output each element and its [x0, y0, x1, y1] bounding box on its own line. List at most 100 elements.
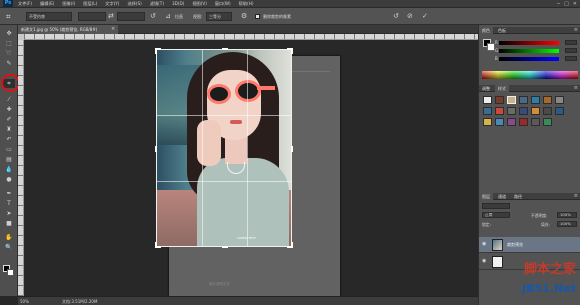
style-swatch[interactable] [495, 118, 504, 126]
marquee-tool-icon[interactable]: ⬚ [3, 39, 15, 48]
style-swatch[interactable] [519, 96, 528, 104]
style-swatch[interactable] [483, 96, 492, 104]
history-brush-tool-icon[interactable]: ↶ [3, 135, 15, 144]
menu-window[interactable]: 窗口(W) [215, 1, 231, 7]
background-color-swatch[interactable] [487, 43, 495, 51]
menu-image[interactable]: 图像(I) [62, 1, 75, 7]
style-swatch[interactable] [543, 96, 552, 104]
style-swatch[interactable] [543, 118, 552, 126]
lasso-tool-icon[interactable]: ➰ [3, 49, 15, 58]
zoom-tool-icon[interactable]: 🔍 [3, 243, 15, 252]
style-swatch[interactable] [507, 96, 516, 104]
green-slider[interactable]: G [495, 48, 559, 53]
crop-handle-top-right[interactable] [287, 48, 293, 54]
straighten-label[interactable]: 拉直 [175, 14, 183, 20]
style-swatch[interactable] [507, 118, 516, 126]
style-swatch[interactable] [531, 107, 540, 115]
style-swatch[interactable] [531, 118, 540, 126]
zoom-level[interactable]: 50% [20, 298, 29, 305]
menu-3d[interactable]: 3D(D) [172, 1, 184, 6]
gear-icon[interactable]: ⚙ [241, 12, 247, 21]
pen-tool-icon[interactable]: ✒ [3, 189, 15, 198]
gradient-tool-icon[interactable]: ▤ [3, 155, 15, 164]
crop-handle-bottom-right[interactable] [287, 242, 293, 248]
style-swatch[interactable] [495, 96, 504, 104]
panel-menu-icon[interactable]: ≡ [574, 85, 578, 92]
style-swatch[interactable] [543, 107, 552, 115]
tab-layers[interactable]: 图层 [479, 193, 493, 200]
close-tab-icon[interactable]: × [111, 25, 115, 34]
document-tab[interactable]: 新建文1.jpg @ 50% (裁剪预览, RGB/8#) [18, 25, 118, 34]
eraser-tool-icon[interactable]: ▭ [3, 145, 15, 154]
crop-handle-bottom-left[interactable] [155, 242, 161, 248]
style-swatch[interactable] [555, 96, 564, 104]
blue-value-input[interactable] [565, 56, 577, 61]
background-color-swatch[interactable] [7, 269, 14, 276]
dodge-tool-icon[interactable]: ● [3, 175, 15, 184]
close-button[interactable]: ✕ [573, 1, 577, 7]
red-value-input[interactable] [565, 40, 577, 45]
crop-handle-top-left[interactable] [155, 48, 161, 54]
tab-adjustments[interactable]: 调整 [479, 85, 493, 92]
quick-select-tool-icon[interactable]: ✎ [3, 59, 15, 68]
fill-input[interactable]: 100% [557, 221, 577, 227]
blend-mode-select[interactable]: 正常 [482, 212, 510, 218]
eye-icon[interactable]: ◉ [482, 241, 486, 247]
style-swatch[interactable] [495, 107, 504, 115]
menu-filter[interactable]: 滤镜(T) [150, 1, 164, 7]
path-select-tool-icon[interactable]: ➤ [3, 209, 15, 218]
crop-handle-right[interactable] [287, 146, 293, 152]
clear-icon[interactable]: ↺ [150, 12, 156, 21]
style-swatch[interactable] [519, 118, 528, 126]
layer-name[interactable]: 裁剪预览 [507, 242, 523, 248]
style-swatch[interactable] [483, 118, 492, 126]
swap-icon[interactable]: ⇄ [108, 12, 114, 21]
style-swatch[interactable] [531, 96, 540, 104]
crop-box[interactable] [155, 48, 293, 248]
minimize-button[interactable]: ─ [557, 1, 560, 7]
crop-handle-left[interactable] [155, 146, 161, 152]
green-value-input[interactable] [565, 48, 577, 53]
tab-color[interactable]: 颜色 [479, 27, 493, 34]
cancel-icon[interactable]: ⊘ [407, 12, 413, 21]
maximize-button[interactable]: □ [564, 1, 569, 7]
tab-paths[interactable]: 路径 [511, 193, 525, 200]
stamp-tool-icon[interactable]: ♜ [3, 125, 15, 134]
panel-menu-icon[interactable]: ≡ [574, 27, 578, 34]
width-input[interactable] [78, 12, 106, 21]
menu-select[interactable]: 选择(S) [127, 1, 141, 7]
style-swatch[interactable] [507, 107, 516, 115]
red-slider[interactable]: R [495, 40, 559, 45]
tab-swatches[interactable]: 色板 [495, 27, 509, 34]
menu-file[interactable]: 文件(F) [18, 1, 32, 7]
eyedropper-tool-icon[interactable]: ⁄ [3, 95, 15, 104]
opacity-input[interactable]: 100% [557, 212, 577, 218]
menu-view[interactable]: 视图(V) [192, 1, 207, 7]
brush-tool-icon[interactable]: ✐ [3, 115, 15, 124]
style-swatch[interactable] [555, 107, 564, 115]
commit-icon[interactable]: ✓ [422, 12, 428, 21]
style-swatch[interactable] [483, 107, 492, 115]
panel-menu-icon[interactable]: ≡ [574, 193, 578, 200]
crop-handle-top[interactable] [222, 48, 228, 54]
ratio-select[interactable]: 不受约束 [26, 12, 72, 21]
delete-cropped-checkbox[interactable] [255, 14, 260, 19]
tab-styles[interactable]: 样式 [495, 85, 509, 92]
menu-type[interactable]: 文字(Y) [105, 1, 119, 7]
crop-handle-bottom[interactable] [222, 242, 228, 248]
straighten-icon[interactable]: ⊿ [165, 12, 171, 21]
tab-channels[interactable]: 通道 [495, 193, 509, 200]
shape-tool-icon[interactable]: ■ [3, 219, 15, 228]
hand-tool-icon[interactable]: ✋ [3, 233, 15, 242]
blue-slider[interactable]: B [495, 56, 559, 61]
menu-help[interactable]: 帮助(H) [239, 1, 254, 7]
style-swatch[interactable] [519, 107, 528, 115]
move-tool-icon[interactable]: ✥ [3, 29, 15, 38]
layer-filter-select[interactable] [482, 203, 510, 209]
view-select[interactable]: 三等分 [206, 12, 232, 21]
reset-icon[interactable]: ↺ [393, 12, 399, 21]
healing-tool-icon[interactable]: ✚ [3, 105, 15, 114]
menu-edit[interactable]: 编辑(E) [40, 1, 54, 7]
type-tool-icon[interactable]: T [3, 199, 15, 208]
blur-tool-icon[interactable]: 💧 [3, 165, 15, 174]
